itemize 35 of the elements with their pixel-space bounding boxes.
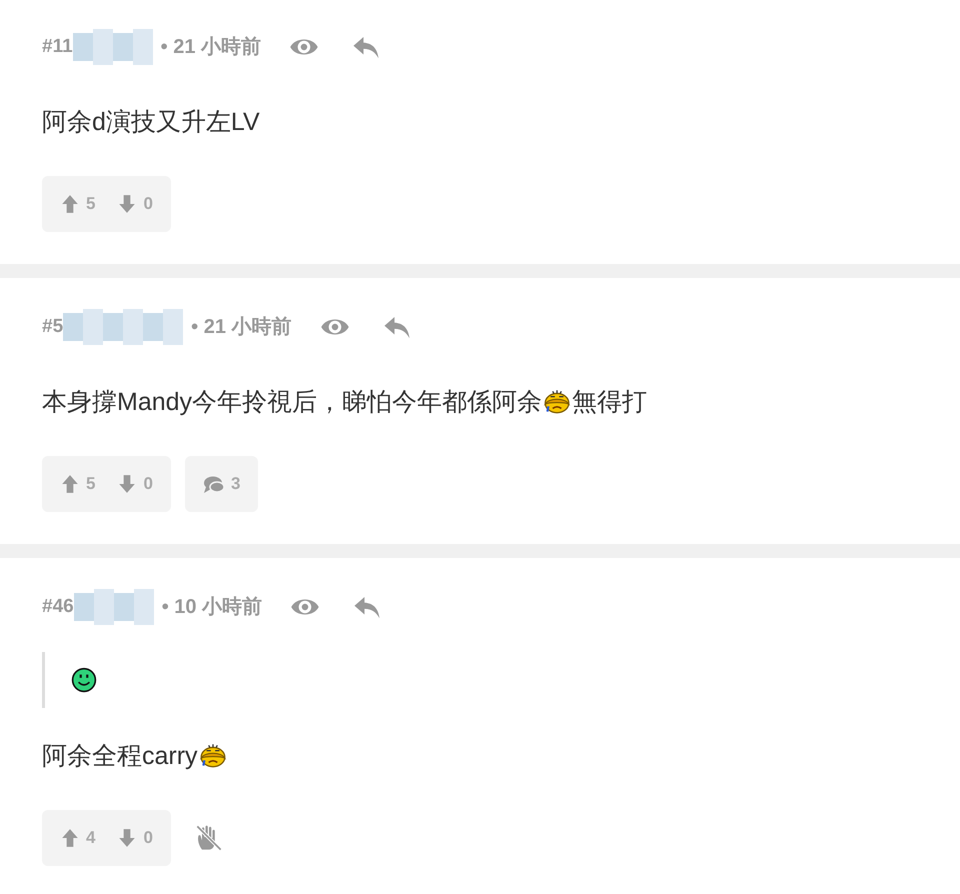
downvote-count: 0 <box>143 473 153 496</box>
upvote-button[interactable]: 5 <box>60 471 96 497</box>
reply-count: 3 <box>230 473 240 496</box>
replies-button[interactable]: 3 <box>184 456 258 512</box>
floor-number: #5 <box>42 314 64 339</box>
up-arrow-icon <box>60 828 80 848</box>
downvote-button[interactable]: 0 <box>117 825 153 851</box>
post-time: • 21 小時前 <box>191 315 292 340</box>
post-text: 阿余d演技又升左LV <box>42 107 260 138</box>
downvote-count: 0 <box>143 827 153 850</box>
floor-number: #46 <box>42 594 74 619</box>
post-text: 阿余全程carry <box>42 741 198 772</box>
floor-number: #11 <box>42 34 73 59</box>
smiley-icon <box>71 667 97 693</box>
down-arrow-icon <box>117 828 138 848</box>
upvote-count: 4 <box>86 827 96 850</box>
down-arrow-icon <box>117 474 138 494</box>
up-arrow-icon <box>60 194 80 214</box>
down-arrow-icon <box>117 194 138 214</box>
upvote-count: 5 <box>86 193 96 216</box>
downvote-button[interactable]: 0 <box>117 471 153 497</box>
post-text: 本身撐Mandy今年拎視后，睇怕今年都係阿余 <box>42 387 542 418</box>
post-time: • 10 小時前 <box>162 595 262 620</box>
downvote-count: 0 <box>143 193 153 216</box>
post-text: 無得打 <box>572 387 648 418</box>
crying-face-icon <box>198 742 228 770</box>
up-arrow-icon <box>60 474 80 494</box>
upvote-button[interactable]: 5 <box>60 191 96 217</box>
crying-face-icon <box>542 388 572 416</box>
upvote-button[interactable]: 4 <box>60 825 96 851</box>
blocked-hand-icon[interactable] <box>194 824 223 852</box>
chat-icon <box>202 474 225 494</box>
upvote-count: 5 <box>86 473 96 496</box>
post-time: • 21 小時前 <box>160 35 262 60</box>
downvote-button[interactable]: 0 <box>117 191 153 217</box>
